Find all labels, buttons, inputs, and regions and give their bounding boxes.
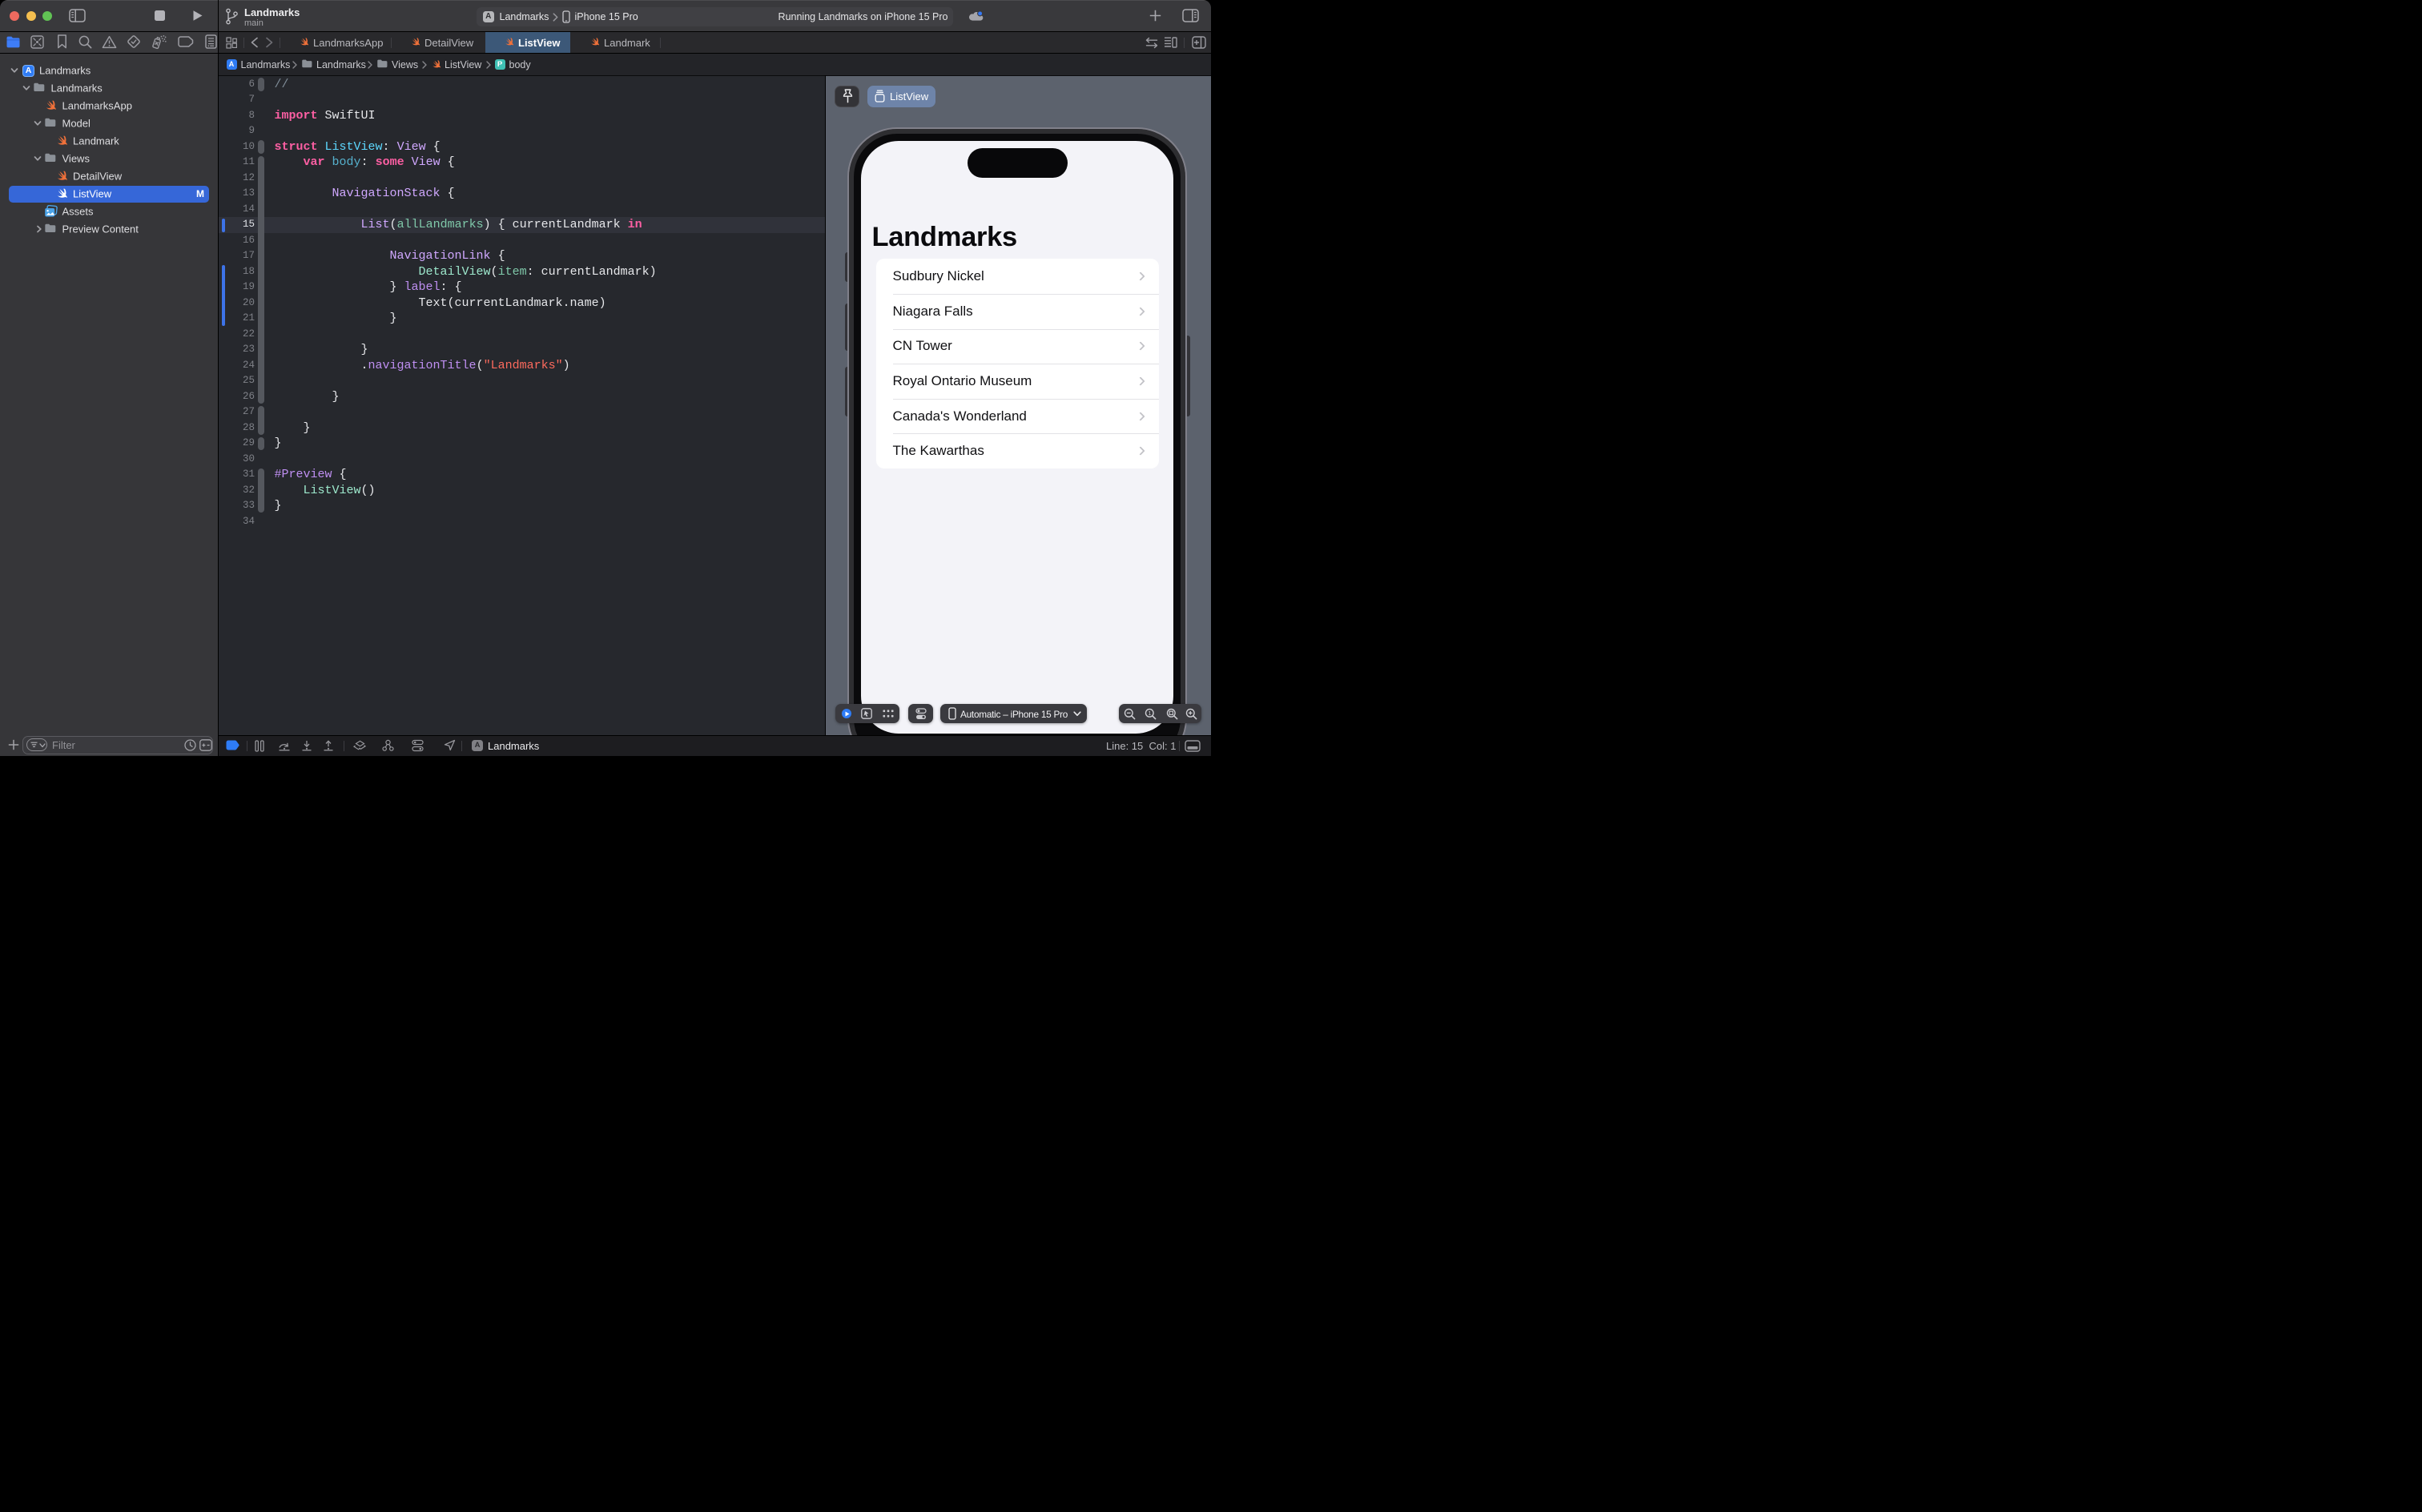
svg-text:1: 1 (1149, 710, 1152, 716)
